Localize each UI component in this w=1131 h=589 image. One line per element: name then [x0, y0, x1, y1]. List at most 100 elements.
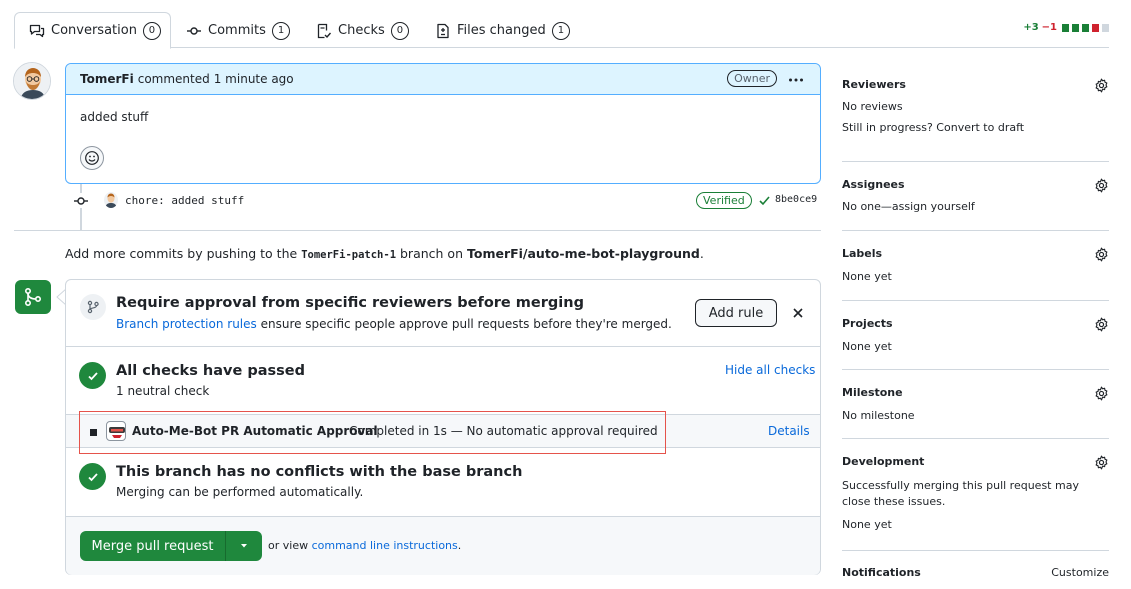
- gear-icon[interactable]: [1094, 455, 1109, 470]
- merge-footer: Merge pull request or view command line …: [66, 516, 820, 575]
- cli-instructions: or view command line instructions.: [268, 539, 461, 552]
- git-branch-icon: [80, 294, 106, 320]
- sidebar-assignees: Assignees No one—assign yourself: [842, 178, 1109, 231]
- git-commit-icon: [186, 23, 202, 39]
- cli-suffix: .: [457, 539, 462, 552]
- tab-count: 0: [142, 21, 161, 40]
- milestone-heading: Milestone: [842, 386, 903, 399]
- merge-pull-request-button[interactable]: Merge pull request: [80, 531, 226, 561]
- commit-message[interactable]: chore: added stuff: [125, 194, 244, 207]
- tab-label: Commits: [208, 23, 266, 38]
- details-link[interactable]: Details: [768, 424, 810, 438]
- kebab-horizontal-icon[interactable]: [788, 73, 804, 87]
- commit-author-avatar[interactable]: [104, 192, 118, 208]
- sidebar-labels: Labels None yet: [842, 247, 1109, 301]
- timeline-line: [80, 208, 82, 230]
- push-text: .: [699, 246, 704, 261]
- tab-checks[interactable]: Checks 0: [316, 12, 410, 49]
- gear-icon[interactable]: [1094, 247, 1109, 262]
- convert-to-draft-link[interactable]: Still in progress? Convert to draft: [842, 121, 1109, 134]
- git-merge-icon: [15, 280, 51, 314]
- labels-value: None yet: [842, 270, 892, 283]
- customize-link[interactable]: Customize: [1051, 566, 1109, 579]
- sidebar-projects: Projects None yet: [842, 317, 1109, 370]
- checks-subtitle: 1 neutral check: [116, 384, 210, 398]
- tab-label: Files changed: [457, 23, 546, 38]
- development-heading: Development: [842, 455, 925, 468]
- repo-name: TomerFi/auto-me-bot-playground: [466, 246, 700, 261]
- projects-value: None yet: [842, 340, 892, 353]
- file-diff-icon: [435, 23, 451, 39]
- smiley-icon[interactable]: [80, 146, 104, 170]
- sidebar-reviewers: Reviewers No reviews Still in progress? …: [842, 78, 1109, 162]
- gear-icon[interactable]: [1094, 78, 1109, 93]
- projects-heading: Projects: [842, 317, 893, 330]
- diffstat-block: [1092, 23, 1099, 32]
- development-value: None yet: [842, 518, 892, 531]
- protection-description: Branch protection rules ensure specific …: [116, 317, 672, 331]
- protection-text: ensure specific people approve pull requ…: [260, 317, 672, 331]
- development-description: Successfully merging this pull request m…: [842, 479, 1079, 508]
- milestone-value: No milestone: [842, 409, 915, 422]
- diffstat-deletions: −1: [1041, 22, 1057, 33]
- triangle-down-icon: [239, 543, 249, 549]
- reviewers-value: No reviews: [842, 100, 903, 113]
- push-text: Add more commits by pushing to the: [65, 246, 298, 261]
- push-text: branch on: [400, 246, 463, 261]
- diffstat-block: [1082, 23, 1089, 32]
- comment-author[interactable]: TomerFi: [80, 72, 134, 86]
- branch-name: TomerFi-patch-1: [301, 249, 397, 261]
- branch-protection-link[interactable]: Branch protection rules: [116, 317, 257, 331]
- tab-label: Checks: [338, 23, 385, 38]
- comment-action: commented: [137, 72, 210, 86]
- tab-count: 1: [271, 21, 291, 40]
- tab-files-changed[interactable]: Files changed 1: [435, 12, 571, 49]
- timeline-divider: [14, 230, 821, 231]
- close-icon[interactable]: [792, 307, 804, 319]
- avatar[interactable]: [13, 62, 51, 100]
- protection-title: Require approval from specific reviewers…: [116, 295, 584, 311]
- sidebar-milestone: Milestone No milestone: [842, 386, 1109, 439]
- checks-title: All checks have passed: [116, 363, 305, 379]
- diffstat-block: [1102, 23, 1109, 32]
- check-icon: [758, 194, 771, 207]
- merge-button-group: Merge pull request: [80, 531, 262, 561]
- tab-count: 0: [390, 21, 410, 40]
- merge-options-dropdown[interactable]: [226, 531, 262, 561]
- tab-count: 1: [551, 21, 571, 40]
- checklist-icon: [316, 23, 332, 39]
- hide-all-checks-link[interactable]: Hide all checks: [725, 363, 815, 377]
- command-line-instructions-link[interactable]: command line instructions: [312, 539, 458, 552]
- git-commit-icon: [73, 193, 89, 209]
- push-instructions: Add more commits by pushing to the Tomer…: [65, 246, 704, 261]
- sidebar-notifications: Notifications Customize: [842, 566, 1109, 584]
- comment-header: TomerFi commented 1 minute ago Owner: [66, 64, 820, 95]
- gear-icon[interactable]: [1094, 178, 1109, 193]
- conflicts-subtitle: Merging can be performed automatically.: [116, 485, 364, 499]
- owner-badge: Owner: [727, 70, 777, 87]
- comment-discussion-icon: [29, 23, 45, 39]
- commit-sha[interactable]: 8be0ce9: [775, 194, 817, 205]
- comment-time[interactable]: 1 minute ago: [214, 72, 294, 86]
- timeline-line: [80, 184, 82, 193]
- tab-commits[interactable]: Commits 1: [186, 12, 291, 49]
- check-circle-icon: [79, 463, 106, 490]
- conflicts-title: This branch has no conflicts with the ba…: [116, 464, 523, 480]
- gear-icon[interactable]: [1094, 317, 1109, 332]
- reviewers-heading: Reviewers: [842, 78, 906, 91]
- verified-badge[interactable]: Verified: [696, 192, 752, 209]
- labels-heading: Labels: [842, 247, 883, 260]
- add-rule-button[interactable]: Add rule: [695, 299, 777, 327]
- diffstat: +3 −1: [1023, 22, 1109, 33]
- assignees-heading: Assignees: [842, 178, 905, 191]
- comment-body: added stuff: [80, 110, 149, 124]
- diffstat-block: [1062, 23, 1069, 32]
- sidebar-development: Development Successfully merging this pu…: [842, 455, 1109, 551]
- branch-protection-section: Require approval from specific reviewers…: [66, 280, 820, 347]
- assignees-value[interactable]: No one—assign yourself: [842, 200, 1109, 213]
- diffstat-block: [1072, 23, 1079, 32]
- diffstat-additions: +3: [1023, 22, 1039, 33]
- pr-tabs: Conversation 0 Commits 1 Checks 0 Files …: [14, 12, 1109, 49]
- gear-icon[interactable]: [1094, 386, 1109, 401]
- tab-conversation[interactable]: Conversation 0: [14, 12, 171, 49]
